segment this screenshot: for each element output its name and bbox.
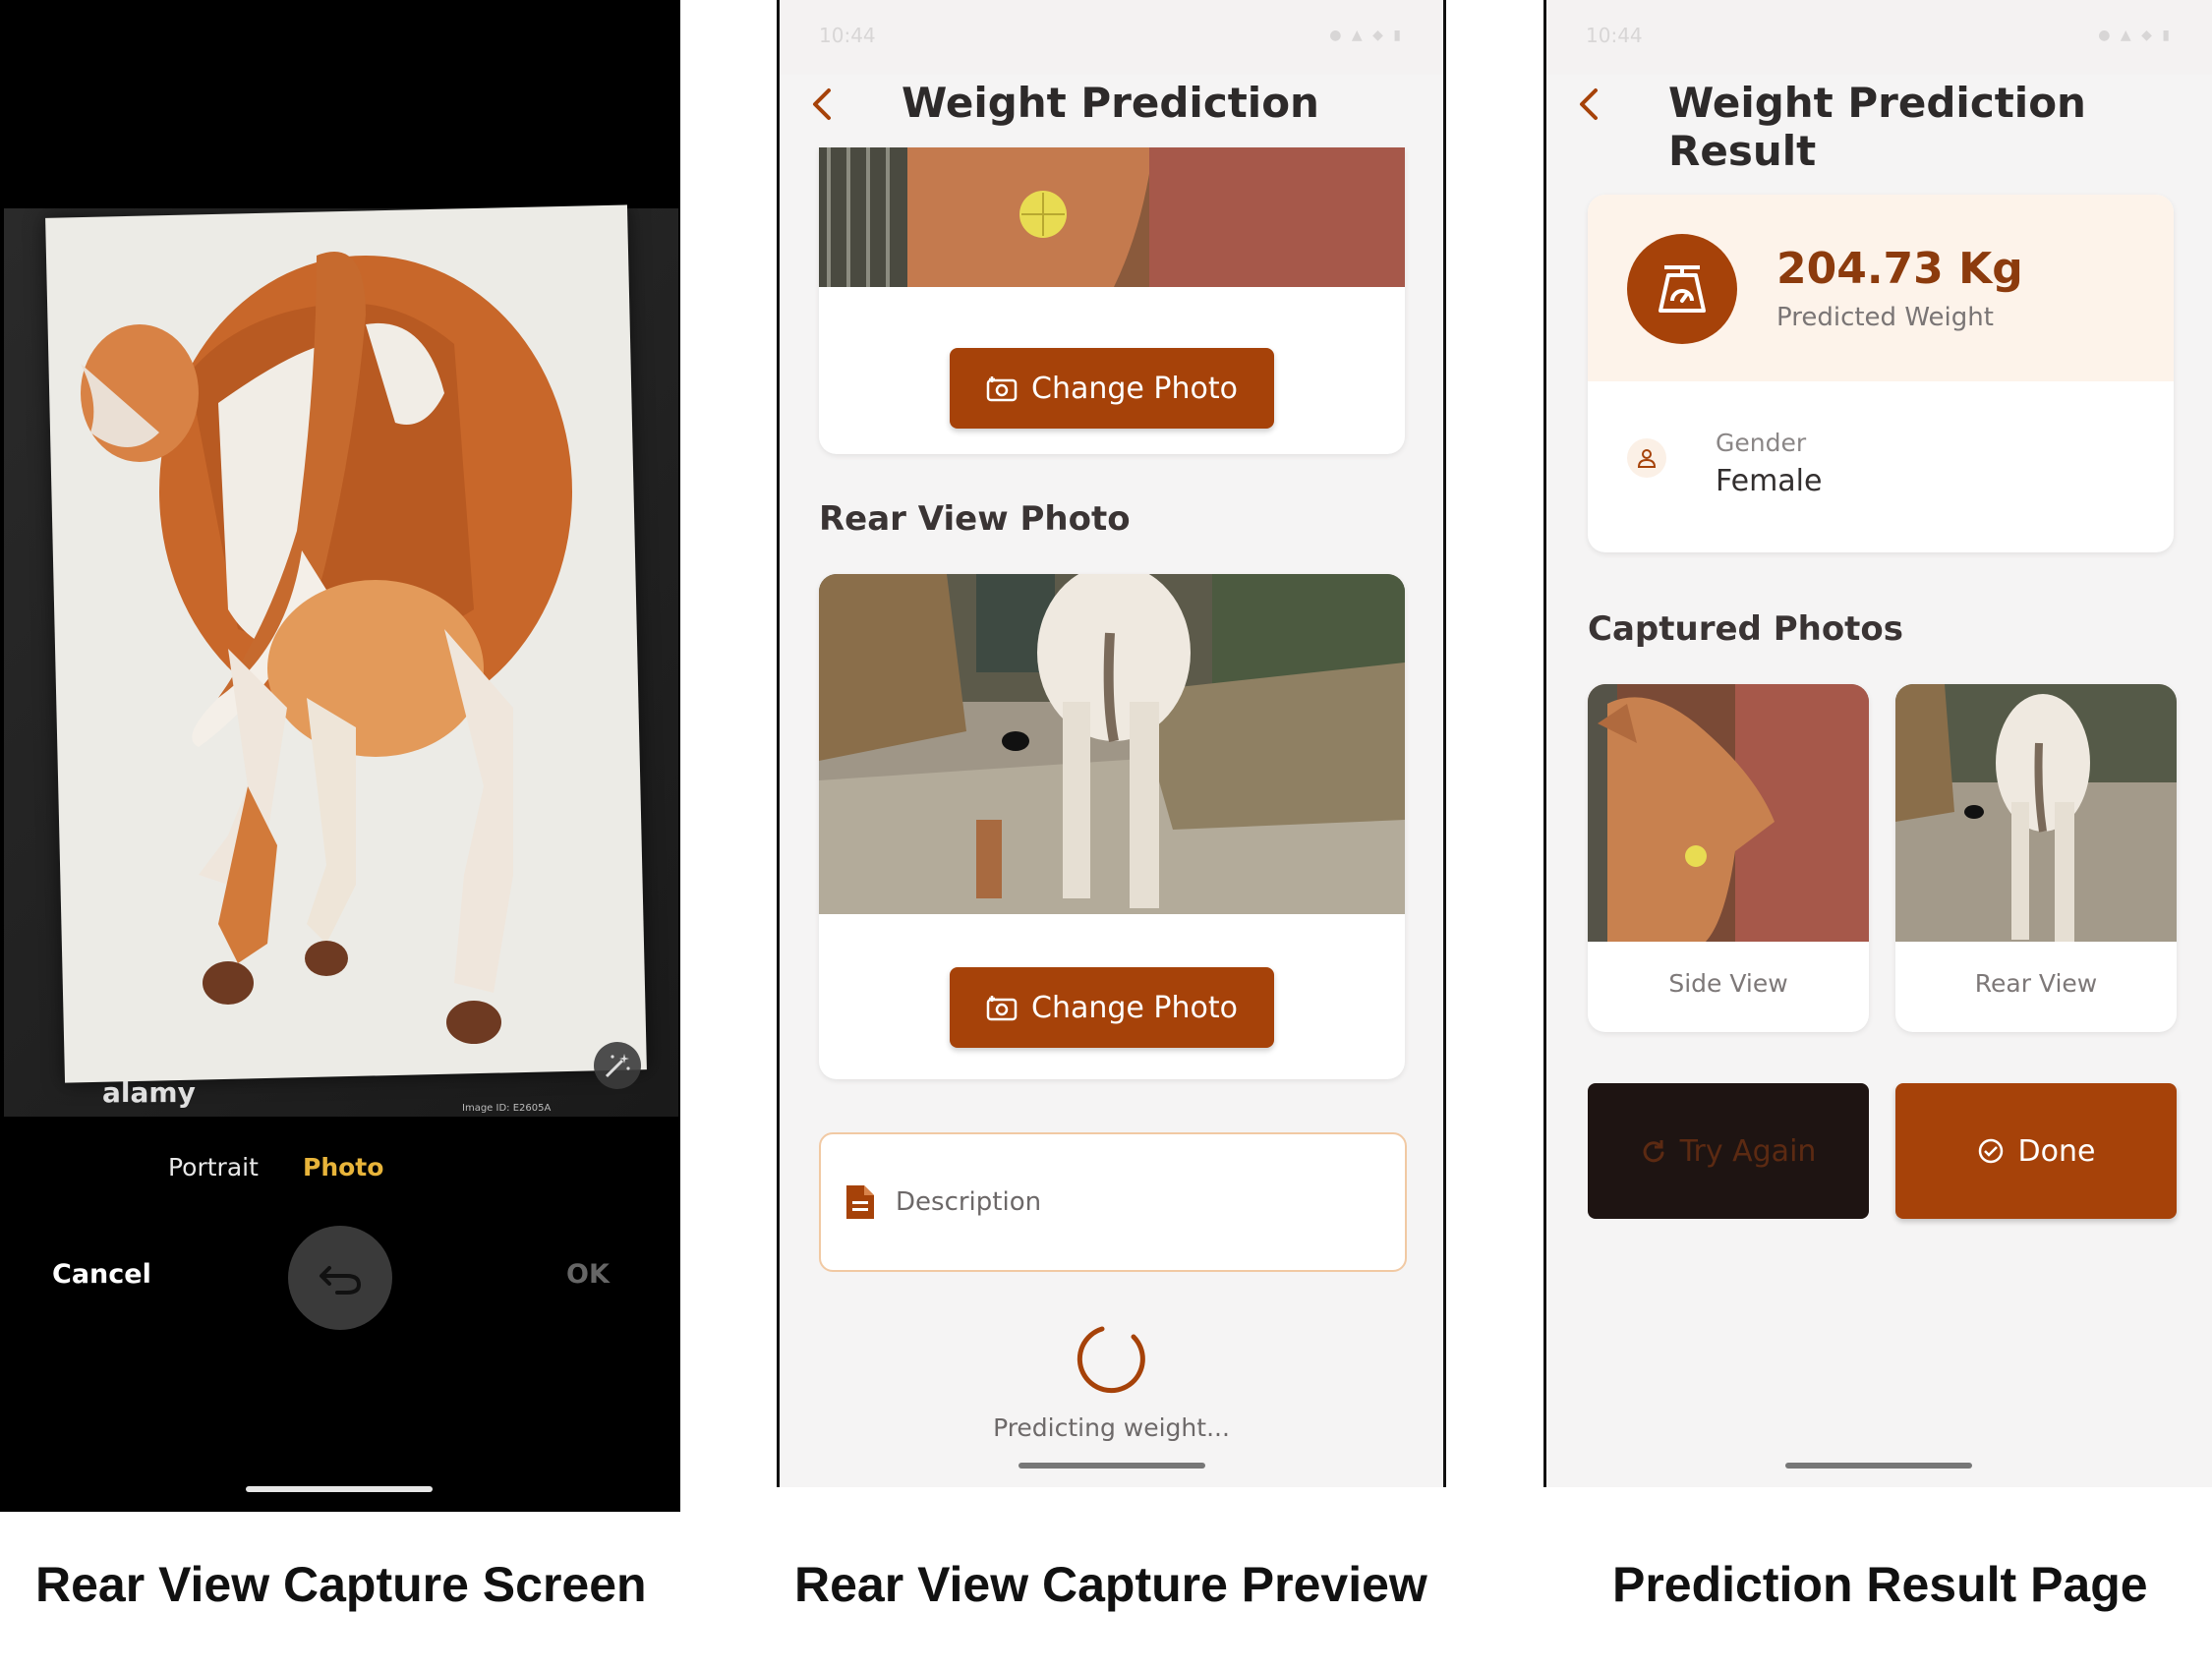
gender-value: Female: [1716, 464, 1823, 498]
change-photo-button[interactable]: Change Photo: [950, 967, 1274, 1048]
try-again-label: Try Again: [1679, 1133, 1817, 1169]
status-time: 10:44: [1586, 24, 1643, 47]
status-bar: 10:44 ● ▲ ◆ ▮: [1546, 0, 2212, 75]
done-button[interactable]: Done: [1895, 1083, 2177, 1219]
caption-capture-preview: Rear View Capture Preview: [794, 1557, 1427, 1612]
try-again-button[interactable]: Try Again: [1588, 1083, 1869, 1219]
rear-view-photo: [819, 574, 1405, 914]
side-view-photo: [1588, 684, 1869, 942]
side-photo-card: Change Photo: [819, 147, 1405, 454]
loading-spinner-icon: [1077, 1326, 1145, 1394]
description-placeholder: Description: [896, 1187, 1042, 1217]
page-title: Weight Prediction Result: [1668, 79, 2086, 175]
weight-result-card: 204.73 Kg Predicted Weight Gender Female: [1588, 195, 2174, 552]
predicted-weight-value: 204.73 Kg: [1776, 244, 2023, 294]
rear-view-thumbnail[interactable]: Rear View: [1895, 684, 2177, 1032]
status-icons: ● ▲ ◆ ▮: [1329, 28, 1404, 43]
change-photo-label: Change Photo: [1031, 371, 1238, 406]
predicted-weight-label: Predicted Weight: [1776, 303, 1994, 332]
document-icon: [846, 1185, 874, 1219]
prediction-result-screen: 10:44 ● ▲ ◆ ▮ Weight Prediction Result 2…: [1543, 0, 2212, 1487]
camera-icon: [986, 996, 1018, 1021]
image-id-text: Image ID: E2605A: [462, 1103, 552, 1114]
home-indicator: [246, 1486, 433, 1492]
status-bar: 10:44 ● ▲ ◆ ▮: [780, 0, 1443, 75]
mode-portrait[interactable]: Portrait: [168, 1153, 259, 1181]
back-arrow-icon[interactable]: [1570, 83, 1609, 126]
loading-text: Predicting weight...: [993, 1413, 1230, 1442]
rear-photo-card: Change Photo: [819, 574, 1405, 1079]
captured-photos-title: Captured Photos: [1588, 609, 1904, 649]
side-view-photo: [819, 147, 1405, 287]
change-photo-label: Change Photo: [1031, 990, 1238, 1025]
status-icons: ● ▲ ◆ ▮: [2098, 28, 2173, 43]
page-title: Weight Prediction: [902, 79, 1319, 127]
mode-photo[interactable]: Photo: [303, 1153, 383, 1181]
weight-prediction-screen: 10:44 ● ▲ ◆ ▮ Weight Prediction Change P…: [777, 0, 1446, 1487]
ok-button[interactable]: OK: [566, 1259, 610, 1290]
person-icon: [1627, 438, 1666, 478]
cancel-button[interactable]: Cancel: [52, 1259, 151, 1290]
rear-view-section-title: Rear View Photo: [819, 499, 1131, 539]
cow-rear-image: [81, 252, 572, 1044]
gender-label: Gender: [1716, 429, 1807, 457]
undo-icon: [320, 1266, 362, 1295]
retake-button[interactable]: [288, 1226, 392, 1330]
done-label: Done: [2017, 1133, 2096, 1169]
side-view-thumbnail[interactable]: Side View: [1588, 684, 1869, 1032]
side-view-caption: Side View: [1668, 969, 1788, 998]
change-photo-button[interactable]: Change Photo: [950, 348, 1274, 429]
scale-icon: [1627, 234, 1737, 344]
refresh-icon: [1643, 1140, 1664, 1163]
watermark-text: alamy: [102, 1076, 196, 1109]
status-time: 10:44: [819, 24, 876, 47]
caption-capture-screen: Rear View Capture Screen: [35, 1557, 647, 1612]
camera-icon: [986, 376, 1018, 402]
back-arrow-icon[interactable]: [803, 83, 843, 126]
caption-result-page: Prediction Result Page: [1612, 1557, 2148, 1612]
home-indicator: [1019, 1463, 1205, 1469]
description-field[interactable]: Description: [819, 1132, 1407, 1272]
rear-view-photo: [1895, 684, 2177, 942]
check-circle-icon: [1978, 1138, 2003, 1164]
magic-wand-icon[interactable]: [594, 1042, 641, 1089]
rear-view-caption: Rear View: [1974, 969, 2098, 998]
home-indicator: [1785, 1463, 1972, 1469]
camera-capture-screen: alamy Image ID: E2605A Portrait Photo Ca…: [0, 0, 680, 1512]
